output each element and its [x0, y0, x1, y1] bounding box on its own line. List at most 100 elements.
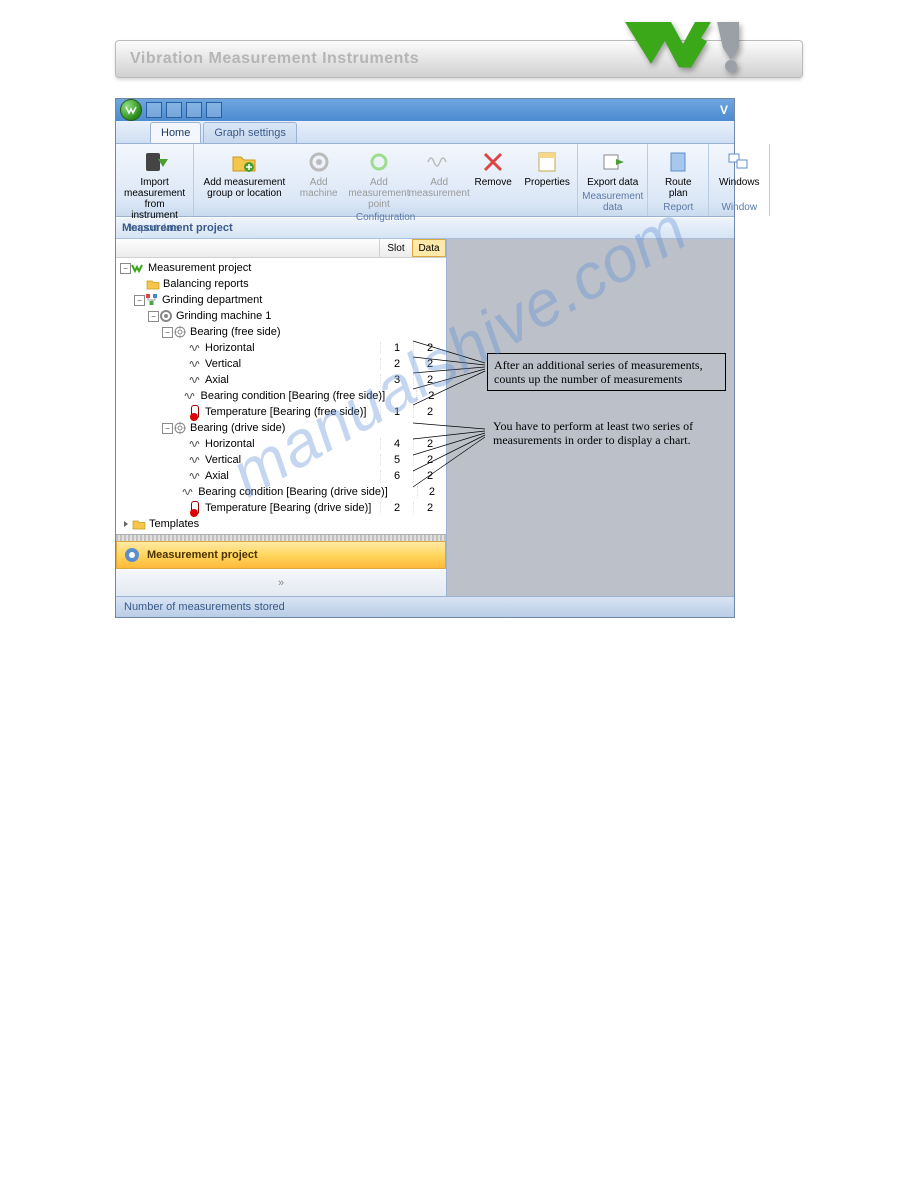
- bearing-icon: [173, 421, 187, 435]
- collapse-icon[interactable]: −: [120, 263, 131, 274]
- windows-button[interactable]: Windows: [713, 146, 765, 190]
- vib-icon: [188, 373, 202, 387]
- slot-cell: 1: [380, 406, 413, 418]
- properties-button[interactable]: Properties: [521, 146, 573, 190]
- ribbon-group-import: Import measurement from instrument Impor…: [116, 144, 194, 216]
- tree-free-item-2[interactable]: Axial 3 2: [116, 372, 446, 388]
- export-data-button[interactable]: Export data: [583, 146, 642, 190]
- tree-drive-item-3[interactable]: Bearing condition [Bearing (drive side)]…: [116, 484, 446, 500]
- collapse-bar[interactable]: »: [116, 569, 446, 596]
- tree-drive-item-1[interactable]: Vertical 5 2: [116, 452, 446, 468]
- route-icon: [664, 148, 692, 176]
- tree-pane: Slot Data − Measurement project Balancin…: [116, 239, 447, 596]
- logo: [623, 18, 763, 74]
- statusbar: Number of measurements stored: [116, 596, 734, 617]
- export-icon: [599, 148, 627, 176]
- node-label: Balancing reports: [163, 278, 380, 290]
- slot-cell: 2: [380, 502, 413, 514]
- tree-department[interactable]: − Grinding department: [116, 292, 446, 308]
- tree-drive-item-4[interactable]: Temperature [Bearing (drive side)] 2 2: [116, 500, 446, 516]
- bearing-icon: [173, 325, 187, 339]
- tree-free-item-3[interactable]: Bearing condition [Bearing (free side)] …: [116, 388, 446, 404]
- data-cell: 2: [413, 502, 446, 514]
- tree-free-item-4[interactable]: Temperature [Bearing (free side)] 1 2: [116, 404, 446, 420]
- tree-drive-item-0[interactable]: Horizontal 4 2: [116, 436, 446, 452]
- tree-root[interactable]: − Measurement project: [116, 260, 446, 276]
- add-group-button[interactable]: Add measurement group or location: [198, 146, 291, 201]
- application-window: V Home Graph settings Import measurement…: [115, 98, 735, 618]
- collapse-icon[interactable]: −: [162, 423, 173, 434]
- col-slot[interactable]: Slot: [379, 239, 412, 257]
- node-label: Temperature [Bearing (drive side)]: [205, 502, 380, 514]
- import-icon: [141, 148, 169, 176]
- add-measurement-button[interactable]: Add measurement: [413, 146, 465, 201]
- data-cell: 2: [413, 406, 446, 418]
- project-bar[interactable]: Measurement project: [116, 541, 446, 569]
- collapse-icon[interactable]: −: [134, 295, 145, 306]
- tree-drive-item-2[interactable]: Axial 6 2: [116, 468, 446, 484]
- ribbon-group-report: Route plan Report: [648, 144, 709, 216]
- node-label: Temperature [Bearing (free side)]: [205, 406, 380, 418]
- qat-save-icon[interactable]: [186, 102, 202, 118]
- document-title: Vibration Measurement Instruments: [130, 50, 419, 68]
- route-plan-button[interactable]: Route plan: [652, 146, 704, 201]
- remove-icon: [479, 148, 507, 176]
- app-orb-icon[interactable]: [120, 99, 142, 121]
- data-cell: 2: [417, 486, 446, 498]
- node-label: Horizontal: [205, 438, 380, 450]
- node-label: Vertical: [205, 454, 380, 466]
- therm-icon: [188, 501, 202, 515]
- add-point-button[interactable]: Add measurement point: [347, 146, 411, 212]
- import-measurement-button[interactable]: Import measurement from instrument: [120, 146, 189, 223]
- content-pane: After an additional series of measuremen…: [447, 239, 734, 596]
- tree-bearing-drive[interactable]: − Bearing (drive side): [116, 420, 446, 436]
- windows-icon: [725, 148, 753, 176]
- annotation-text: You have to perform at least two series …: [493, 419, 708, 447]
- vib-icon: [181, 485, 195, 499]
- folder-add-icon: [230, 148, 258, 176]
- project-tree[interactable]: − Measurement project Balancing reports …: [116, 258, 446, 534]
- node-label: Axial: [205, 470, 380, 482]
- tree-templates[interactable]: Templates: [116, 516, 446, 532]
- workspace: Slot Data − Measurement project Balancin…: [116, 239, 734, 596]
- ribbon: Import measurement from instrument Impor…: [116, 144, 734, 217]
- node-label: Bearing (drive side): [190, 422, 380, 434]
- expand-icon[interactable]: [120, 518, 132, 530]
- splitter[interactable]: [116, 534, 446, 541]
- collapse-icon[interactable]: −: [162, 327, 173, 338]
- ribbon-group-window: Windows Window: [709, 144, 770, 216]
- vib-icon: [188, 469, 202, 483]
- tree-columns-header: Slot Data: [116, 239, 446, 258]
- tree-balancing[interactable]: Balancing reports: [116, 276, 446, 292]
- tree-free-item-0[interactable]: Horizontal 1 2: [116, 340, 446, 356]
- data-cell: 2: [413, 438, 446, 450]
- data-cell: 2: [413, 374, 446, 386]
- node-label: Axial: [205, 374, 380, 386]
- slot-cell: 2: [380, 358, 413, 370]
- tree-bearing-free[interactable]: − Bearing (free side): [116, 324, 446, 340]
- titlebar: V: [116, 99, 734, 121]
- folder-icon: [132, 517, 146, 531]
- vib-icon: [188, 453, 202, 467]
- tree-free-item-1[interactable]: Vertical 2 2: [116, 356, 446, 372]
- node-label: Vertical: [205, 358, 380, 370]
- project-icon: [131, 261, 145, 275]
- col-data[interactable]: Data: [412, 239, 446, 257]
- collapse-icon[interactable]: −: [148, 311, 159, 322]
- tab-home[interactable]: Home: [150, 122, 201, 143]
- dept-icon: [145, 293, 159, 307]
- qat-print-icon[interactable]: [206, 102, 222, 118]
- window-title: V: [720, 103, 734, 117]
- remove-button[interactable]: Remove: [467, 146, 519, 190]
- ribbon-tabs: Home Graph settings: [116, 121, 734, 144]
- tree-machine[interactable]: − Grinding machine 1: [116, 308, 446, 324]
- vib-icon: [188, 437, 202, 451]
- folder-icon: [146, 277, 160, 291]
- slot-cell: 1: [380, 342, 413, 354]
- document-header: Vibration Measurement Instruments: [115, 40, 803, 78]
- qat-new-icon[interactable]: [146, 102, 162, 118]
- tab-graph-settings[interactable]: Graph settings: [203, 122, 297, 143]
- add-machine-button[interactable]: Add machine: [293, 146, 345, 201]
- data-cell: 2: [413, 358, 446, 370]
- qat-open-icon[interactable]: [166, 102, 182, 118]
